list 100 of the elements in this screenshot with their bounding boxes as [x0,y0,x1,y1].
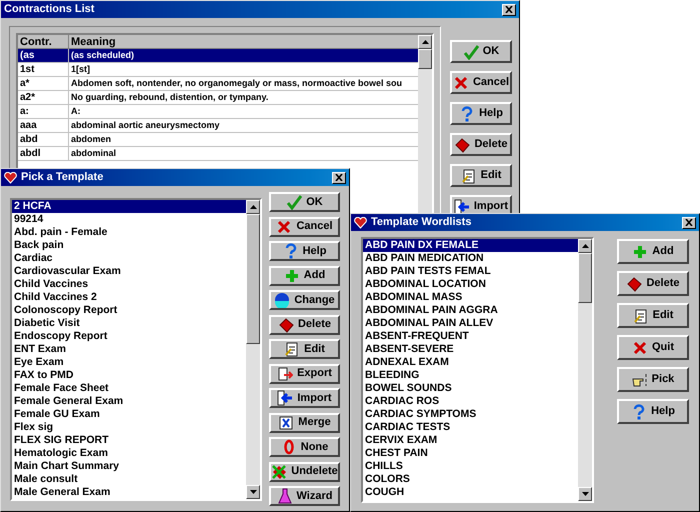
dialog-button[interactable]: OK [450,40,512,63]
list-item[interactable]: Child Vaccines 2 [12,291,246,304]
list-item[interactable]: CARDIAC TESTS [363,421,578,434]
dialog-button[interactable]: OK [269,192,340,212]
window-title: Template Wordlists [371,215,472,230]
table-cell: a: [18,105,69,118]
scrollbar[interactable] [578,239,592,501]
dialog-button[interactable]: Undelete [269,462,340,482]
list-item[interactable]: COLORS [363,473,578,486]
scroll-thumb[interactable] [246,214,260,344]
list-item[interactable]: FAX to PMD [12,369,246,382]
list-item[interactable]: 2 HCFA [12,200,246,213]
table-cell-text: 1[st] [70,63,92,76]
close-button[interactable] [502,4,516,16]
list-item[interactable]: Child Vaccines [12,278,246,291]
list-item[interactable]: ADNEXAL EXAM [363,356,578,369]
list-item[interactable]: ABDOMINAL PAIN ALLEV [363,317,578,330]
table-row[interactable]: abd abdomen [18,133,418,147]
dialog-button[interactable]: Delete [617,271,689,296]
dialog-button[interactable]: Delete [450,133,512,156]
scroll-thumb[interactable] [418,49,432,69]
list-item[interactable]: Cardiovascular Exam [12,265,246,278]
list-item[interactable]: ABD PAIN MEDICATION [363,252,578,265]
dialog-button[interactable]: Pick [617,367,689,392]
list-item[interactable]: CHEST PAIN [363,447,578,460]
table-row[interactable]: a: A: [18,105,418,119]
list-item[interactable]: Male consult [12,473,246,486]
dialog-button[interactable]: None [269,437,340,457]
dialog-button[interactable]: Quit [617,335,689,360]
cross-icon [632,340,648,356]
dialog-button[interactable]: Merge [269,412,340,432]
dialog-button[interactable]: Change [269,290,340,310]
scrollbar[interactable] [246,200,260,499]
table-row[interactable]: 1st 1[st] [18,63,418,77]
list-item[interactable]: CARDIAC ROS [363,395,578,408]
list-item[interactable]: CARDIAC SYMPTOMS [363,408,578,421]
list-item[interactable]: CHILLS [363,460,578,473]
list-item[interactable]: Endoscopy Report [12,330,246,343]
dialog-button[interactable]: Help [617,399,689,424]
list-item[interactable]: Female General Exam [12,395,246,408]
list-item[interactable]: BOWEL SOUNDS [363,382,578,395]
list-item[interactable]: ABDOMINAL LOCATION [363,278,578,291]
scroll-down-icon [582,492,588,496]
dialog-button[interactable]: Edit [269,339,340,359]
list-item[interactable]: Cardiac [12,252,246,265]
eraser-icon [626,276,642,292]
list-item[interactable]: Back pain [12,239,246,252]
table-row[interactable]: a* Abdomen soft, nontender, no organomegaly or mass, normoactive bowel sou [18,77,418,91]
scroll-thumb[interactable] [578,253,592,303]
eraser-icon [454,136,470,152]
list-item[interactable]: Colonoscopy Report [12,304,246,317]
list-item[interactable]: CERVIX EXAM [363,434,578,447]
globe-icon [274,292,290,308]
app-icon [4,172,17,184]
dialog-button[interactable]: Cancel [450,71,512,94]
list-item[interactable]: ABD PAIN TESTS FEMAL [363,265,578,278]
dialog-button[interactable]: Edit [450,164,512,187]
list-item[interactable]: Hematologic Exam [12,447,246,460]
dialog-button[interactable]: Export [269,364,340,384]
dialog-button[interactable]: Add [269,266,340,286]
dialog-button[interactable]: Help [269,241,340,261]
list-item[interactable]: Female Face Sheet [12,382,246,395]
list-item[interactable]: BLEEDING [363,369,578,382]
list-item[interactable]: Main Chart Summary [12,460,246,473]
cross-icon [452,74,469,90]
table-cell-text: A: [70,105,82,118]
list-item[interactable]: Diabetic Visit [12,317,246,330]
list-item[interactable]: 99214 [12,213,246,226]
close-button[interactable] [332,172,346,184]
list-item[interactable]: FLEX SIG REPORT [12,434,246,447]
dialog-button[interactable]: Help [450,102,512,125]
list-item[interactable]: Eye Exam [12,356,246,369]
list-item[interactable]: ABSENT-FREQUENT [363,330,578,343]
list-item[interactable]: Male General Exam [12,486,246,499]
check-icon [286,194,302,210]
list-item[interactable]: ABDOMINAL PAIN AGGRA [363,304,578,317]
table-cell: abd [18,133,69,146]
list-item[interactable]: Female GU Exam [12,408,246,421]
list-item[interactable]: Flex sig [12,421,246,434]
dialog-button[interactable]: Delete [269,314,340,334]
dialog-button[interactable]: Edit [617,303,689,328]
flask-icon [276,488,293,504]
list-item[interactable]: Abd. pain - Female [12,226,246,239]
list-item[interactable]: COUGH [363,486,578,499]
close-icon [685,219,693,226]
table-row[interactable]: aaa abdominal aortic aneurysmectomy [18,119,418,133]
close-button[interactable] [682,216,696,228]
dialog-button[interactable]: Cancel [269,216,340,236]
table-row[interactable]: a2* No guarding, rebound, distention, or tympany. [18,91,418,105]
list-item[interactable]: ENT Exam [12,343,246,356]
table-row[interactable]: abdl abdominal [18,147,418,161]
table-cell: abdl [18,147,69,160]
notepad-icon [284,341,300,357]
table-row[interactable]: (as (as scheduled) [18,49,418,63]
list-item[interactable]: ABSENT-SEVERE [363,343,578,356]
dialog-button[interactable]: Add [617,239,689,264]
dialog-button[interactable]: Wizard [269,486,340,506]
list-item[interactable]: ABD PAIN DX FEMALE [363,239,578,252]
dialog-button[interactable]: Import [269,388,340,408]
list-item[interactable]: ABDOMINAL MASS [363,291,578,304]
